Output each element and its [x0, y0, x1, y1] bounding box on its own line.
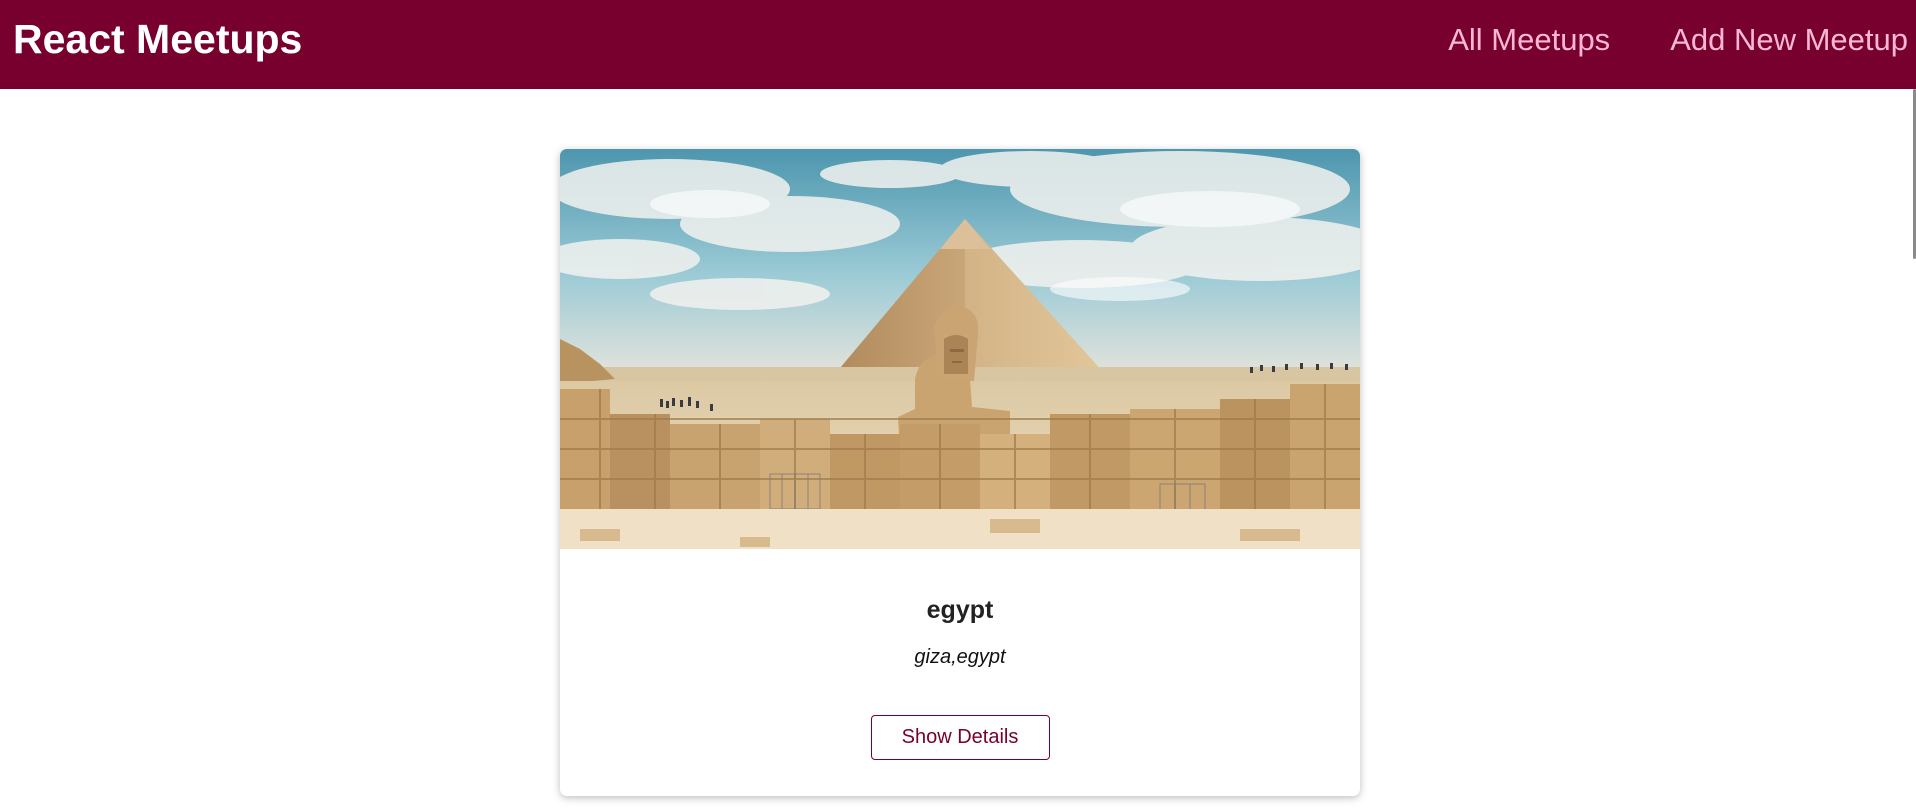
meetup-card: egypt giza,egypt Show Details [560, 149, 1360, 796]
meetup-image [560, 149, 1360, 549]
meetup-address: giza,egypt [914, 646, 1006, 668]
show-details-button[interactable]: Show Details [870, 715, 1050, 760]
meetup-title: egypt [926, 596, 994, 624]
site-header: React Meetups All Meetups Add New Meetup [0, 0, 1916, 89]
nav-link-all-meetups[interactable]: All Meetups [1448, 20, 1610, 60]
main-nav: All Meetups Add New Meetup [1448, 20, 1908, 60]
nav-link-add-new-meetup[interactable]: Add New Meetup [1670, 20, 1908, 60]
app-logo[interactable]: React Meetups [13, 14, 302, 64]
meetup-card-content: egypt giza,egypt [560, 549, 1360, 669]
meetup-card-actions: Show Details [560, 715, 1360, 760]
